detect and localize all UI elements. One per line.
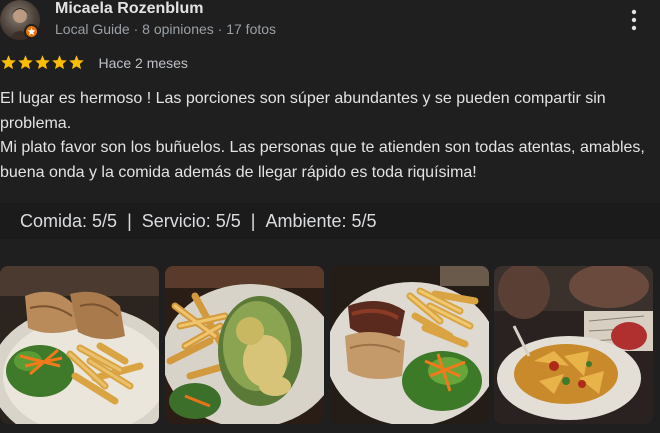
sub-ratings: Comida: 5/5 | Servicio: 5/5 | Ambiente: 5/5 bbox=[0, 203, 660, 239]
review-paragraph-2: Mi plato favor son los buñuelos. Las per… bbox=[0, 139, 645, 181]
review-photos bbox=[0, 266, 660, 426]
photo-spinach-bunuelos-fries[interactable] bbox=[165, 266, 324, 424]
separator: | bbox=[250, 211, 256, 231]
separator: | bbox=[127, 211, 132, 231]
review-text: El lugar es hermoso ! Las porciones son … bbox=[0, 87, 650, 185]
star-icon bbox=[1, 55, 16, 70]
review-paragraph-1: El lugar es hermoso ! Las porciones son … bbox=[0, 90, 606, 132]
review-time: Hace 2 meses bbox=[98, 54, 188, 71]
review-header: Micaela Rozenblum Local Guide · 8 opinio… bbox=[0, 0, 660, 48]
photo-wrap-fries-salad-plate[interactable] bbox=[330, 266, 489, 424]
rating-row: Hace 2 meses bbox=[0, 54, 188, 72]
photo-nachos-plate[interactable] bbox=[494, 266, 653, 424]
star-icon bbox=[69, 55, 84, 70]
user-name[interactable]: Micaela Rozenblum bbox=[55, 0, 203, 18]
sub-rating-food: Comida: 5/5 bbox=[20, 211, 118, 231]
user-meta: Local Guide · 8 opiniones · 17 fotos bbox=[55, 21, 277, 37]
star-icon bbox=[52, 55, 67, 70]
star-icon bbox=[18, 55, 33, 70]
star-rating bbox=[0, 54, 85, 71]
photo-wraps-fries-salad[interactable] bbox=[0, 266, 159, 424]
more-vert-icon[interactable] bbox=[620, 4, 648, 36]
local-guide-badge-icon bbox=[24, 24, 39, 39]
sub-rating-service: Servicio: 5/5 bbox=[141, 211, 241, 231]
star-icon bbox=[35, 55, 50, 70]
sub-rating-ambience: Ambiente: 5/5 bbox=[265, 211, 377, 231]
